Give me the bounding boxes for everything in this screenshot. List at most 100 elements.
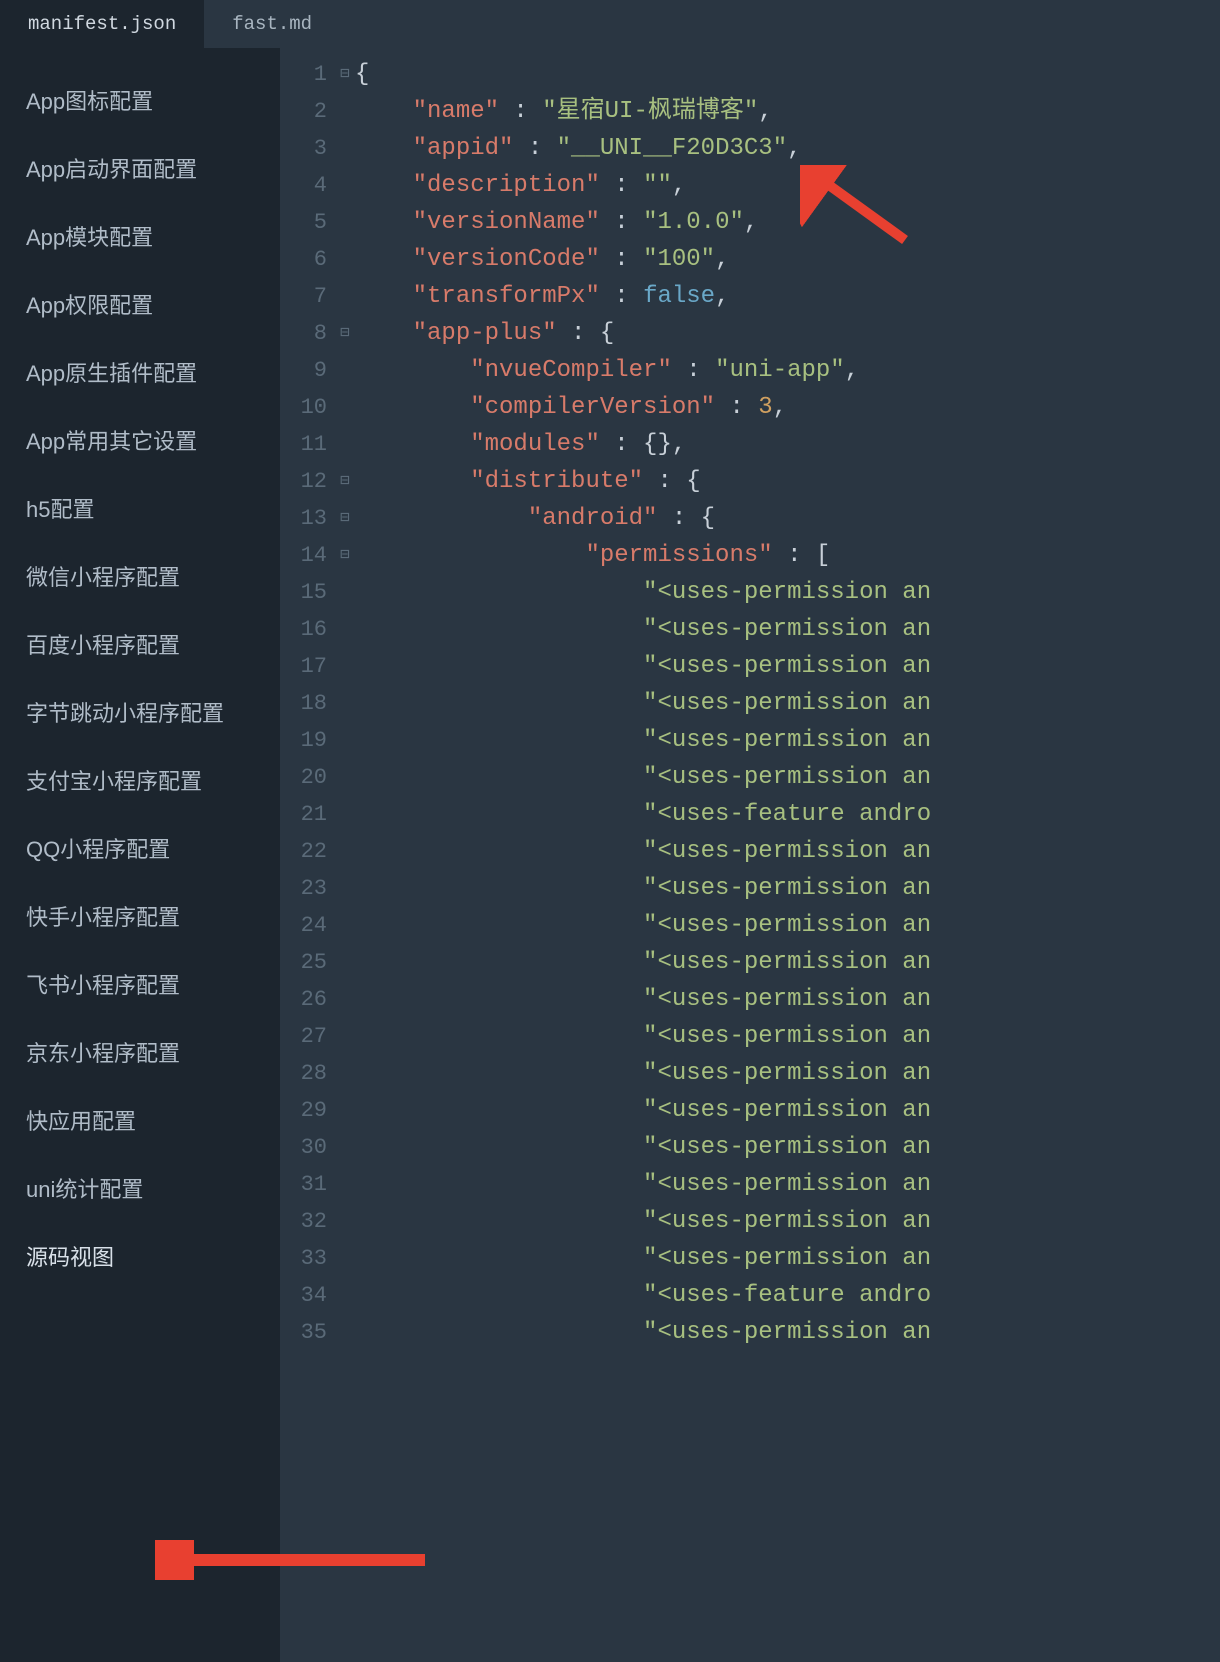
code-line: "modules" : {}, <box>355 426 1220 463</box>
fold-marker[interactable]: ⊟ <box>335 56 355 93</box>
token: , <box>715 246 729 273</box>
sidebar-item[interactable]: 快应用配置 <box>0 1086 280 1154</box>
sidebar-item[interactable]: App常用其它设置 <box>0 406 280 474</box>
code-line: "<uses-permission an <box>355 759 1220 796</box>
line-number: 15 <box>280 574 335 611</box>
code-line: "<uses-permission an <box>355 944 1220 981</box>
fold-marker <box>335 981 355 1018</box>
fold-marker <box>335 648 355 685</box>
line-number: 25 <box>280 944 335 981</box>
fold-marker <box>335 426 355 463</box>
code-line: "compilerVersion" : 3, <box>355 389 1220 426</box>
fold-marker <box>335 1018 355 1055</box>
fold-marker <box>335 759 355 796</box>
sidebar-item[interactable]: h5配置 <box>0 474 280 542</box>
token: "<uses-permission an <box>643 1023 931 1050</box>
line-number: 31 <box>280 1166 335 1203</box>
sidebar-item[interactable]: App权限配置 <box>0 270 280 338</box>
token: : <box>513 135 556 162</box>
fold-marker <box>335 130 355 167</box>
token: : { <box>643 468 701 495</box>
fold-marker <box>335 352 355 389</box>
fold-marker[interactable]: ⊟ <box>335 500 355 537</box>
sidebar-item[interactable]: App模块配置 <box>0 202 280 270</box>
line-number: 4 <box>280 167 335 204</box>
fold-marker <box>335 389 355 426</box>
sidebar-item[interactable]: 飞书小程序配置 <box>0 950 280 1018</box>
sidebar-item[interactable]: 字节跳动小程序配置 <box>0 678 280 746</box>
fold-marker <box>335 722 355 759</box>
token: "<uses-permission an <box>643 1097 931 1124</box>
code-line: "versionName" : "1.0.0", <box>355 204 1220 241</box>
sidebar-item[interactable]: 百度小程序配置 <box>0 610 280 678</box>
line-number: 8 <box>280 315 335 352</box>
token: "<uses-permission an <box>643 838 931 865</box>
token: "android" <box>528 505 658 532</box>
token: : {}, <box>600 431 686 458</box>
fold-marker <box>335 1092 355 1129</box>
token: "transformPx" <box>413 283 600 310</box>
token: "versionCode" <box>413 246 600 273</box>
code-line: "<uses-permission an <box>355 870 1220 907</box>
line-number: 21 <box>280 796 335 833</box>
token: "<uses-permission an <box>643 727 931 754</box>
line-number: 12 <box>280 463 335 500</box>
sidebar-item-label: uni统计配置 <box>26 1177 143 1202</box>
line-number: 23 <box>280 870 335 907</box>
line-number: 14 <box>280 537 335 574</box>
code-line: "<uses-feature andro <box>355 796 1220 833</box>
sidebar-item[interactable]: App原生插件配置 <box>0 338 280 406</box>
line-number: 13 <box>280 500 335 537</box>
fold-marker <box>335 796 355 833</box>
fold-marker[interactable]: ⊟ <box>335 537 355 574</box>
fold-marker[interactable]: ⊟ <box>335 315 355 352</box>
token: "<uses-permission an <box>643 616 931 643</box>
fold-marker <box>335 574 355 611</box>
token: "<uses-permission an <box>643 1319 931 1346</box>
token: : { <box>557 320 615 347</box>
sidebar-item-label: 支付宝小程序配置 <box>26 769 202 794</box>
code-line: "<uses-permission an <box>355 574 1220 611</box>
sidebar-item-label: 百度小程序配置 <box>26 633 180 658</box>
sidebar-item[interactable]: 支付宝小程序配置 <box>0 746 280 814</box>
token: "<uses-feature andro <box>643 1282 931 1309</box>
sidebar-item-label: QQ小程序配置 <box>26 837 170 862</box>
sidebar-item[interactable]: 源码视图 <box>0 1222 280 1290</box>
code-line: "<uses-permission an <box>355 611 1220 648</box>
tab-manifest-json[interactable]: manifest.json <box>0 0 204 48</box>
token: "description" <box>413 172 600 199</box>
sidebar-item[interactable]: App图标配置 <box>0 66 280 134</box>
sidebar-item[interactable]: QQ小程序配置 <box>0 814 280 882</box>
sidebar-item-label: App模块配置 <box>26 225 153 250</box>
sidebar-item[interactable]: uni统计配置 <box>0 1154 280 1222</box>
token: , <box>787 135 801 162</box>
tab-label: fast.md <box>232 13 312 35</box>
fold-marker <box>335 93 355 130</box>
sidebar-item[interactable]: 快手小程序配置 <box>0 882 280 950</box>
fold-marker <box>335 1129 355 1166</box>
code-line: "name" : "星宿UI-枫瑞博客", <box>355 93 1220 130</box>
code-line: "<uses-permission an <box>355 1129 1220 1166</box>
token: false <box>643 283 715 310</box>
fold-marker[interactable]: ⊟ <box>335 463 355 500</box>
token: "星宿UI-枫瑞博客" <box>542 98 758 125</box>
fold-marker <box>335 833 355 870</box>
code-line: "<uses-permission an <box>355 1055 1220 1092</box>
token: "<uses-feature andro <box>643 801 931 828</box>
sidebar-item-label: 微信小程序配置 <box>26 565 180 590</box>
token: : <box>715 394 758 421</box>
token: "compilerVersion" <box>470 394 715 421</box>
sidebar-item-label: 快手小程序配置 <box>26 905 180 930</box>
sidebar-item[interactable]: 京东小程序配置 <box>0 1018 280 1086</box>
token: "<uses-permission an <box>643 579 931 606</box>
code-editor[interactable]: 1234567891011121314151617181920212223242… <box>280 48 1220 1662</box>
fold-marker <box>335 944 355 981</box>
code-line: "<uses-permission an <box>355 1166 1220 1203</box>
token: : <box>499 98 542 125</box>
sidebar-item[interactable]: 微信小程序配置 <box>0 542 280 610</box>
tab-fast-md[interactable]: fast.md <box>204 0 340 48</box>
code-content[interactable]: { "name" : "星宿UI-枫瑞博客", "appid" : "__UNI… <box>355 48 1220 1662</box>
code-line: "transformPx" : false, <box>355 278 1220 315</box>
sidebar-item[interactable]: App启动界面配置 <box>0 134 280 202</box>
fold-marker <box>335 1277 355 1314</box>
